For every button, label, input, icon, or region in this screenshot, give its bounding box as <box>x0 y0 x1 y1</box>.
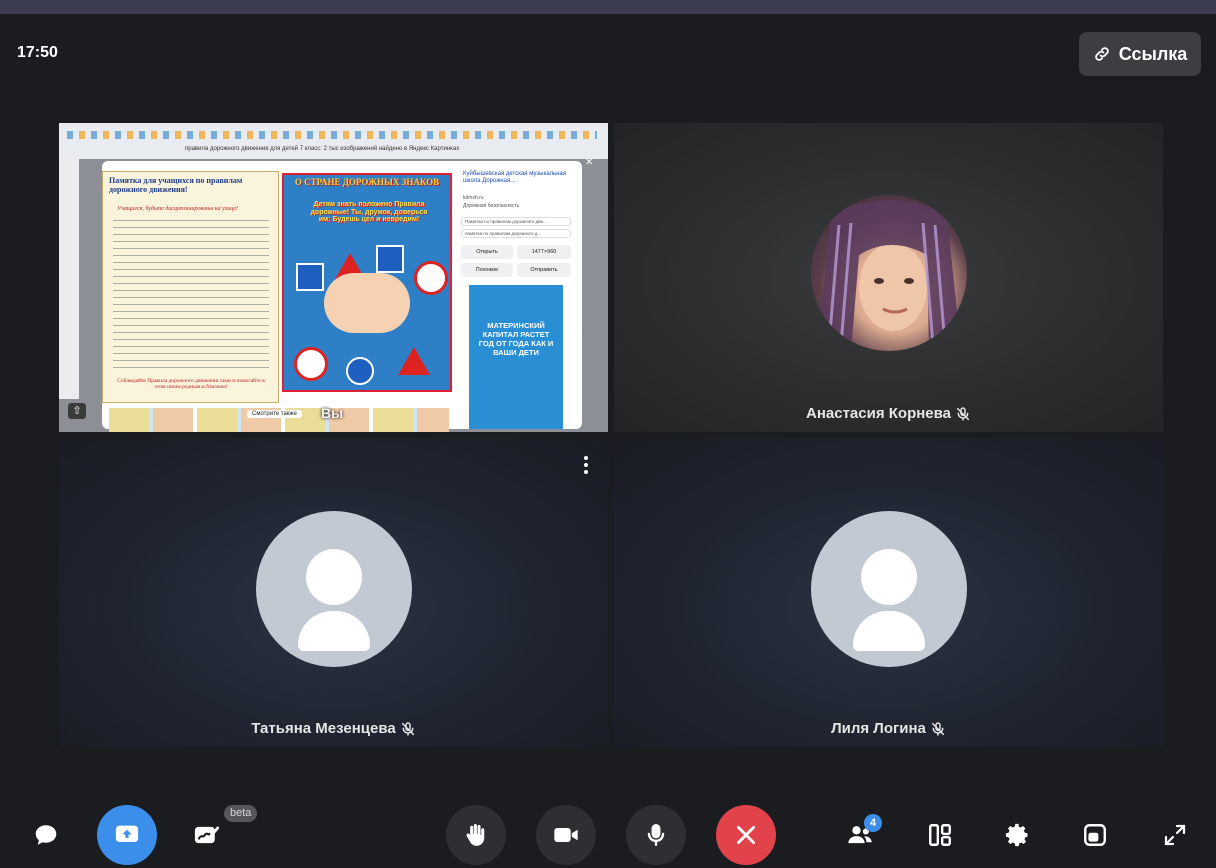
poster-title: О СТРАНЕ ДОРОЖНЫХ ЗНАКОВ <box>294 177 440 187</box>
whiteboard-icon <box>194 826 220 844</box>
participant-photo-art <box>817 200 961 351</box>
participant-tile-tatiana[interactable]: Татьяна Мезенцева <box>59 438 608 747</box>
shared-browser-toolbar: правила дорожного движения для детей 7 к… <box>59 123 608 159</box>
screen-share-icon <box>115 825 139 842</box>
source-site[interactable]: kdmsh.ru <box>463 195 484 201</box>
picture-in-picture-icon <box>1084 824 1106 846</box>
layout-grid-icon <box>929 824 951 846</box>
pedestrian-sign-icon <box>376 245 404 273</box>
mic-muted-icon <box>956 406 970 421</box>
shared-browser-sidebar <box>59 159 79 399</box>
raise-hand-button[interactable] <box>446 805 506 865</box>
settings-button[interactable] <box>987 805 1047 865</box>
copy-link-label: Ссылка <box>1118 43 1188 64</box>
end-call-button[interactable] <box>716 805 776 865</box>
memo-image: Памятка для учащихся по правилам дорожно… <box>102 171 279 403</box>
bicycle-sign-icon <box>346 357 374 385</box>
close-modal-icon[interactable]: ✕ <box>585 157 593 168</box>
camera-icon <box>554 828 578 842</box>
shared-browser-url: правила дорожного движения для детей 7 к… <box>185 146 460 152</box>
participant-photo <box>811 195 967 351</box>
avatar <box>810 511 967 667</box>
participant-name: Татьяна Мезенцева <box>251 720 396 737</box>
chat-button[interactable] <box>16 805 76 865</box>
image-info-panel: Куйбышевская детская музыкальная школа Д… <box>457 165 577 429</box>
memo-text-lines <box>113 220 269 370</box>
image-size-select[interactable]: 1477×960 <box>517 245 571 259</box>
clock: 17:50 <box>17 44 58 61</box>
image-viewer-modal: Памятка для учащихся по правилам дорожно… <box>102 161 582 429</box>
participant-tile-self[interactable]: правила дорожного движения для детей 7 к… <box>59 123 608 432</box>
microphone-button[interactable] <box>626 805 686 865</box>
open-image-button[interactable]: Открыть <box>461 245 513 259</box>
kids-illustration <box>324 273 410 333</box>
participant-tile-anastasia[interactable]: Анастасия Корнева <box>614 123 1163 432</box>
mic-muted-icon <box>931 721 944 736</box>
participants-count-badge: 4 <box>864 814 882 832</box>
search-suggestion-1[interactable]: Памятка по правилам дорожного дви... <box>461 217 571 226</box>
fullscreen-icon <box>1164 824 1186 846</box>
close-icon <box>737 826 755 844</box>
link-icon <box>1094 47 1109 61</box>
copy-link-button[interactable]: Ссылка <box>1079 32 1201 76</box>
children-sign-icon <box>398 347 430 375</box>
poster-text: Детям знать положено Правила дорожные! Т… <box>310 201 428 224</box>
microphone-icon <box>647 824 665 846</box>
crosswalk-sign-icon <box>296 263 324 291</box>
participant-name: Вы <box>321 405 344 421</box>
avatar-head <box>305 549 362 605</box>
participant-name-row: Татьяна Мезенцева <box>59 720 608 737</box>
see-also-button[interactable]: Смотрите также <box>247 410 302 418</box>
poster-image: О СТРАНЕ ДОРОЖНЫХ ЗНАКОВ Детям знать пол… <box>282 173 452 392</box>
ad-title: МАТЕРИНСКИЙ КАПИТАЛ РАСТЕТ ГОД ОТ ГОДА К… <box>478 321 554 357</box>
mic-muted-icon <box>401 721 414 736</box>
video-call-screen: 17:50 Ссылка правила дорожного движения … <box>0 0 1216 868</box>
memo-title: Памятка для учащихся по правилам дорожно… <box>109 176 243 194</box>
hand-icon <box>466 823 485 846</box>
send-image-button[interactable]: Отправить <box>517 263 571 277</box>
avatar-body <box>297 611 370 651</box>
participants-button[interactable] <box>830 805 890 865</box>
avatar-body <box>852 611 925 651</box>
screen-share-button[interactable] <box>97 805 157 865</box>
picture-in-picture-button[interactable] <box>1065 805 1125 865</box>
similar-images-button[interactable]: Похожие <box>461 263 513 277</box>
chat-icon <box>35 825 57 845</box>
participant-name: Лиля Логина <box>831 720 926 737</box>
gear-icon <box>1005 823 1028 847</box>
source-category: Дорожная безопасность <box>463 203 520 209</box>
participant-tile-lilya[interactable]: Лиля Логина <box>614 438 1163 747</box>
layout-button[interactable] <box>910 805 970 865</box>
camera-button[interactable] <box>536 805 596 865</box>
participant-name: Анастасия Корнева <box>806 405 951 422</box>
share-upload-icon: ⇧ <box>68 403 86 419</box>
memo-subtitle: Учащиеся, будьте дисциплинированы на ули… <box>117 206 239 212</box>
avatar-head <box>860 549 917 605</box>
top-bar <box>0 0 1216 14</box>
beta-badge: beta <box>224 805 258 822</box>
source-title[interactable]: Куйбышевская детская музыкальная школа Д… <box>463 171 573 185</box>
hospital-sign-icon <box>414 261 448 295</box>
participant-name-row: Анастасия Корнева <box>614 405 1163 422</box>
more-options-icon[interactable] <box>584 456 590 474</box>
no-pedestrian-sign-icon <box>294 347 328 381</box>
participant-name-row: Лиля Логина <box>614 720 1163 737</box>
shared-browser-tabs <box>67 131 597 139</box>
search-suggestion-2[interactable]: памятка по правилам дорожного д... <box>461 229 571 238</box>
memo-footer: Соблюдайте Правила дорожного движения са… <box>117 378 265 390</box>
avatar <box>255 511 412 667</box>
ad-banner[interactable]: МАТЕРИНСКИЙ КАПИТАЛ РАСТЕТ ГОД ОТ ГОДА К… <box>469 285 563 429</box>
fullscreen-button[interactable] <box>1145 805 1205 865</box>
